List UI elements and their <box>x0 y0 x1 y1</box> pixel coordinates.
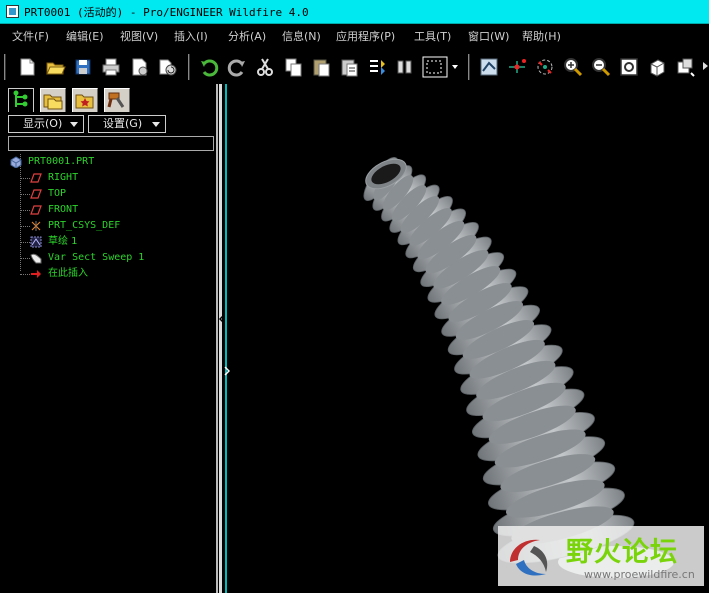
regenerate-icon[interactable] <box>366 56 388 78</box>
menu-file[interactable]: 文件(F) <box>12 28 49 44</box>
tree-connector-line <box>20 178 30 179</box>
tree-node-label: 在此插入 <box>48 268 88 279</box>
navigator-panel: 显示(O) 设置(G) PRT0001.PRT RIGHT TOP FRONT … <box>0 84 218 593</box>
toolbar-separator <box>468 54 470 80</box>
tab-folder-browser[interactable] <box>40 88 66 112</box>
menu-insert[interactable]: 插入(I) <box>174 28 208 44</box>
new-file-icon[interactable] <box>16 56 38 78</box>
repaint-icon[interactable] <box>478 56 500 78</box>
redo-icon[interactable] <box>226 56 248 78</box>
chevron-down-icon <box>70 122 78 127</box>
tree-connector-line <box>20 226 30 227</box>
tree-connector-line <box>20 242 30 243</box>
datum-plane-icon <box>30 189 42 199</box>
menu-tools[interactable]: 工具(T) <box>414 28 451 44</box>
tree-node-label: RIGHT <box>48 172 79 183</box>
paste-special-icon[interactable] <box>338 56 360 78</box>
splitter-bar <box>219 84 222 593</box>
model-tree-icon[interactable] <box>394 56 416 78</box>
menu-bar: 文件(F) 编辑(E) 视图(V) 插入(I) 分析(A) 信息(N) 应用程序… <box>0 24 709 48</box>
toolbar-separator <box>4 54 6 80</box>
more-tools-icon[interactable] <box>702 56 709 78</box>
tree-node-label: 草绘 1 <box>48 236 78 247</box>
copy-icon[interactable] <box>282 56 304 78</box>
chevron-down-icon <box>152 122 160 127</box>
print-icon[interactable] <box>100 56 122 78</box>
menu-view[interactable]: 视图(V) <box>120 28 158 44</box>
part-icon <box>10 156 22 168</box>
panel-splitter[interactable] <box>219 84 231 593</box>
tree-node-label: FRONT <box>48 204 79 215</box>
insert-here-arrow-icon <box>31 270 41 278</box>
forum-logo <box>510 539 548 576</box>
menu-window[interactable]: 窗口(W) <box>468 28 509 44</box>
tree-node-label: Var Sect Sweep 1 <box>48 252 145 263</box>
graphics-window[interactable] <box>231 84 709 593</box>
menu-info[interactable]: 信息(N) <box>282 28 321 44</box>
tree-connector-line <box>20 210 30 211</box>
select-box-icon[interactable] <box>422 56 448 78</box>
email-icon[interactable] <box>128 56 150 78</box>
watermark-title: 野火论坛 <box>566 537 678 568</box>
sweep-icon <box>30 253 42 264</box>
splitter-accent <box>225 84 227 593</box>
datum-plane-icon <box>30 173 42 183</box>
menu-help[interactable]: 帮助(H) <box>522 28 561 44</box>
tree-connector-line <box>20 154 21 271</box>
tab-connections[interactable] <box>104 88 130 112</box>
folder-browser-icon <box>43 94 63 110</box>
zoom-out-icon[interactable] <box>590 56 612 78</box>
saved-views-icon[interactable] <box>674 56 696 78</box>
expand-right-icon[interactable] <box>224 366 230 376</box>
tree-connector-line <box>20 194 30 195</box>
tree-node-label: TOP <box>48 188 67 199</box>
open-folder-icon[interactable] <box>44 56 66 78</box>
redraw-icon[interactable] <box>156 56 178 78</box>
menu-edit[interactable]: 编辑(E) <box>66 28 104 44</box>
menu-applications[interactable]: 应用程序(P) <box>336 28 395 44</box>
title-bar: PRT0001 (活动的) - Pro/ENGINEER Wildfire 4.… <box>0 0 709 24</box>
model-tree-filter-input[interactable] <box>8 136 214 151</box>
datum-axis-icon[interactable] <box>506 56 528 78</box>
app-icon[interactable] <box>6 5 19 18</box>
sketch-icon <box>30 236 42 248</box>
tree-node-label: PRT_CSYS_DEF <box>48 220 121 231</box>
tab-favorites[interactable] <box>72 88 98 112</box>
menu-analysis[interactable]: 分析(A) <box>228 28 266 44</box>
chevron-down-icon[interactable] <box>450 56 460 78</box>
save-icon[interactable] <box>72 56 94 78</box>
settings-dropdown-label: 设置(G) <box>103 117 143 130</box>
favorites-icon <box>75 94 94 109</box>
forum-watermark: 野火论坛 www.proewildfire.cn <box>498 526 704 586</box>
collapse-left-icon[interactable] <box>219 314 225 324</box>
watermark-url: www.proewildfire.cn <box>584 568 695 581</box>
toolbar-separator <box>188 54 190 80</box>
tree-node-label: PRT0001.PRT <box>28 156 95 167</box>
orient-icon[interactable] <box>646 56 668 78</box>
tree-connector-line <box>20 258 30 259</box>
csys-icon <box>31 221 41 231</box>
model-tree-tab-icon <box>13 90 28 107</box>
cut-icon[interactable] <box>254 56 276 78</box>
bellows-model[interactable] <box>231 84 709 593</box>
zoom-in-icon[interactable] <box>562 56 584 78</box>
show-dropdown-label: 显示(O) <box>23 117 63 130</box>
connections-icon <box>107 92 125 108</box>
settings-dropdown[interactable]: 设置(G) <box>88 115 166 133</box>
tab-model-tree[interactable] <box>8 88 34 112</box>
undo-icon[interactable] <box>198 56 220 78</box>
paste-icon[interactable] <box>310 56 332 78</box>
refit-icon[interactable] <box>618 56 640 78</box>
bellows-rings <box>363 157 674 578</box>
show-dropdown[interactable]: 显示(O) <box>8 115 84 133</box>
main-toolbar <box>0 48 709 84</box>
datum-plane-icon <box>30 205 42 215</box>
window-title: PRT0001 (活动的) - Pro/ENGINEER Wildfire 4.… <box>24 6 309 19</box>
tree-connector-line <box>20 274 30 275</box>
spin-center-icon[interactable] <box>534 56 556 78</box>
